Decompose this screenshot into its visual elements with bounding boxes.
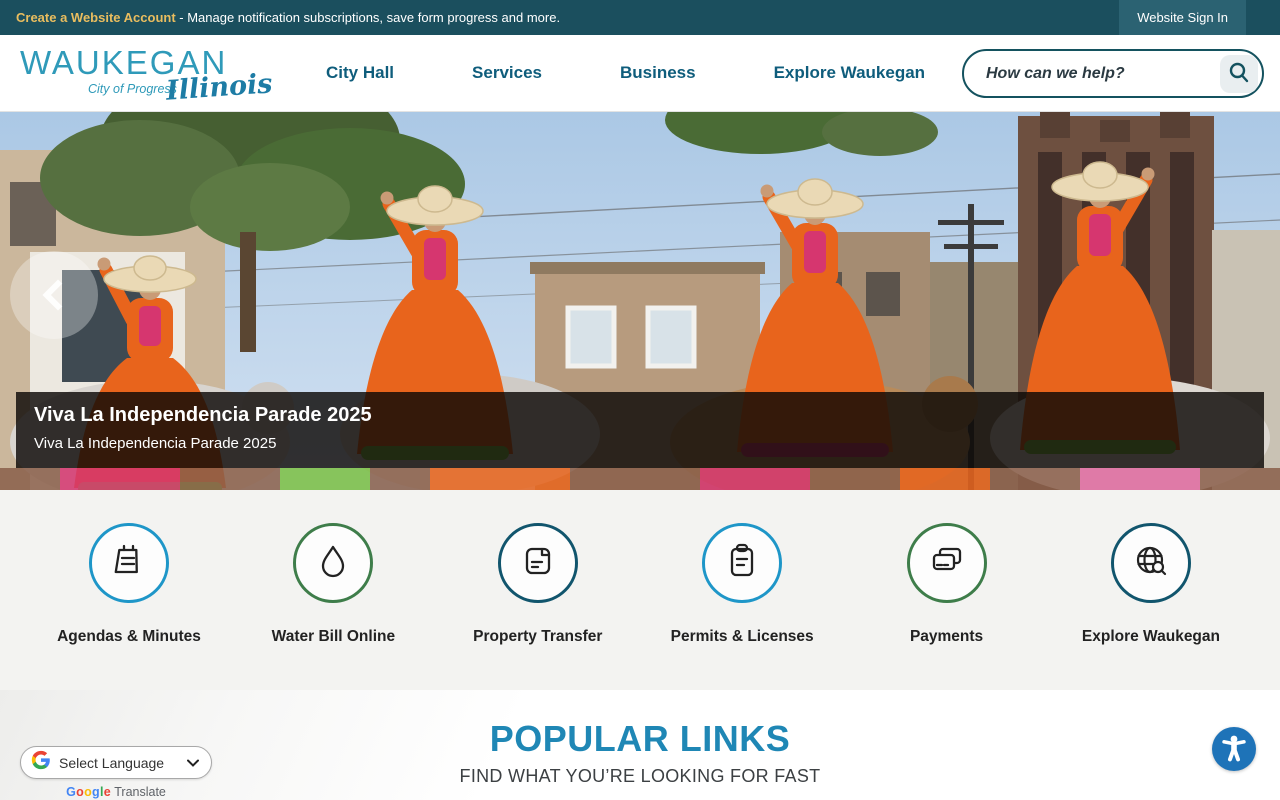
chevron-down-icon <box>187 754 199 772</box>
quicklink-permits-licenses[interactable]: Permits & Licenses <box>657 523 827 646</box>
water-drop-icon <box>312 540 354 587</box>
quicklink-circle <box>293 523 374 603</box>
quicklinks-section: Agendas & Minutes Water Bill Online Prop… <box>0 490 1280 690</box>
hero-caption-subtitle: Viva La Independencia Parade 2025 <box>34 435 277 452</box>
promo-text: - Manage notification subscriptions, sav… <box>175 10 561 25</box>
quicklink-label: Explore Waukegan <box>1081 628 1220 645</box>
document-icon <box>517 540 559 587</box>
language-select[interactable]: Select Language <box>20 746 212 779</box>
nav-city-hall[interactable]: City Hall <box>326 63 394 83</box>
google-g-icon <box>31 750 51 775</box>
search-icon <box>1227 60 1251 87</box>
clipboard-icon <box>721 540 763 587</box>
translate-text: Translate <box>111 785 166 799</box>
main-nav: City Hall Services Business Explore Wauk… <box>326 63 925 83</box>
create-account-link[interactable]: Create a Website Account <box>16 10 176 25</box>
quicklink-label: Water Bill Online <box>271 628 396 645</box>
account-promo: Create a Website Account - Manage notifi… <box>0 10 560 25</box>
search-button[interactable] <box>1220 54 1258 93</box>
carousel-prev-button[interactable] <box>10 251 98 339</box>
quicklink-label: Payments <box>909 628 984 645</box>
hero-carousel: Viva La Independencia Parade 2025 Viva L… <box>0 112 1280 490</box>
globe-search-icon <box>1130 540 1172 587</box>
google-translate-widget: Select Language Google Translate <box>20 746 212 799</box>
quicklink-label: Agendas & Minutes <box>57 628 201 645</box>
quicklink-circle <box>906 523 987 603</box>
accessibility-widget-button[interactable] <box>1212 727 1256 771</box>
google-translate-branding: Google Translate <box>20 785 212 799</box>
popular-links-section: POPULAR LINKS FIND WHAT YOU’RE LOOKING F… <box>0 690 1280 800</box>
accessibility-icon <box>1219 733 1249 766</box>
notepad-icon <box>108 540 150 587</box>
quicklink-explore-waukegan[interactable]: Explore Waukegan <box>1066 523 1236 646</box>
language-select-value: Select Language <box>59 754 165 771</box>
quicklink-label: Permits & Licenses <box>670 628 814 645</box>
nav-business[interactable]: Business <box>620 63 696 83</box>
nav-services[interactable]: Services <box>472 63 542 83</box>
logo-illinois-script: Illinois <box>165 68 274 107</box>
quicklink-payments[interactable]: Payments <box>862 523 1032 646</box>
quicklink-property-transfer[interactable]: Property Transfer <box>453 523 623 646</box>
quicklink-agendas-minutes[interactable]: Agendas & Minutes <box>44 523 214 646</box>
chevron-left-icon <box>42 279 74 311</box>
website-signin-button[interactable]: Website Sign In <box>1119 0 1246 35</box>
quicklink-label: Property Transfer <box>473 628 603 645</box>
google-logo-text: Google <box>66 785 111 799</box>
quicklink-circle <box>497 523 578 603</box>
site-header: WAUKEGAN City of Progress Illinois City … <box>0 35 1280 112</box>
search-input[interactable] <box>986 64 1220 83</box>
credit-card-icon <box>926 540 968 587</box>
nav-explore-waukegan[interactable]: Explore Waukegan <box>774 63 925 83</box>
logo-tagline: City of Progress <box>88 82 177 96</box>
quicklink-water-bill[interactable]: Water Bill Online <box>248 523 418 646</box>
waukegan-logo[interactable]: WAUKEGAN City of Progress Illinois <box>20 38 274 108</box>
quicklink-circle <box>702 523 783 603</box>
hero-caption-title[interactable]: Viva La Independencia Parade 2025 <box>34 404 1264 427</box>
quicklink-circle <box>1110 523 1191 603</box>
site-search <box>962 49 1264 98</box>
top-utility-bar: Create a Website Account - Manage notifi… <box>0 0 1280 35</box>
hero-caption: Viva La Independencia Parade 2025 Viva L… <box>16 392 1264 468</box>
quicklink-circle <box>89 523 169 603</box>
